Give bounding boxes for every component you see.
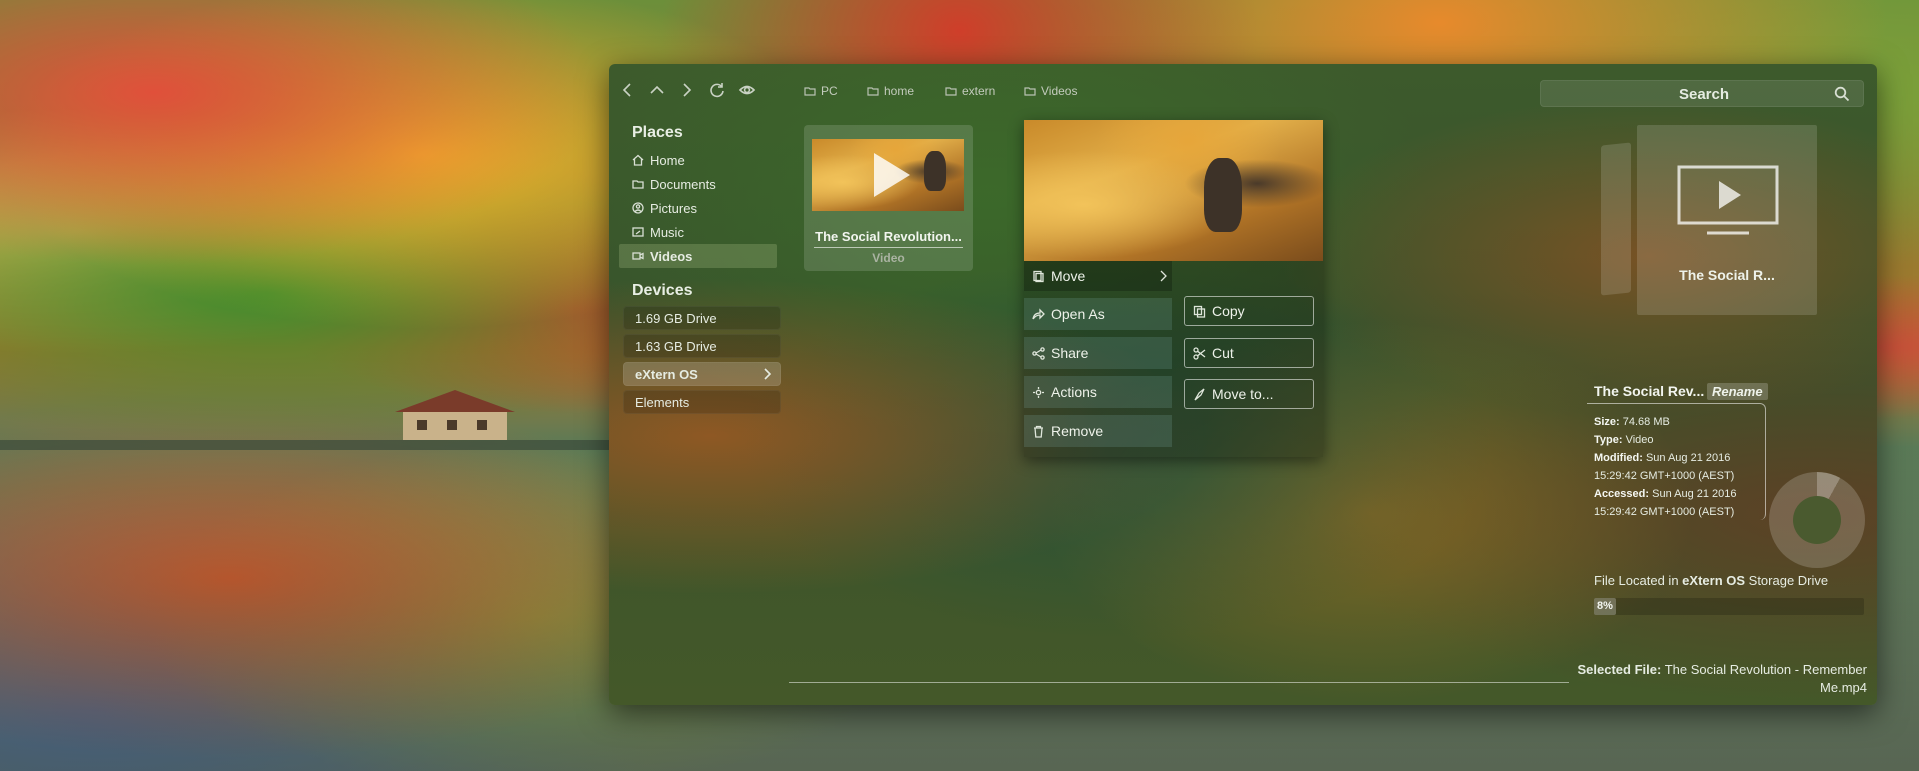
back-icon[interactable] [616,79,638,101]
details-file-name: The Social Rev... [1594,383,1705,399]
folder-icon [632,180,644,189]
tv-play-icon [1677,165,1779,242]
trash-icon [1034,425,1043,438]
status-divider [789,682,1569,683]
breadcrumb-videos[interactable]: Videos [1024,84,1077,98]
selected-file-status: Selected File: The Social Revolution - R… [1547,661,1867,697]
divider [814,247,963,248]
modified-date: Sun Aug 21 2016 [1645,452,1731,464]
folder-icon [945,87,957,96]
search-icon[interactable] [1834,86,1850,102]
storage-donut-chart [1769,472,1865,568]
storage-drive-name: eXtern OS [1682,573,1746,588]
preview-card[interactable]: The Social R... [1637,125,1817,315]
storage-progress-bar: 8% [1594,598,1864,615]
menu-item-remove[interactable]: Remove [1024,415,1172,447]
sidebar-item-home[interactable]: Home [619,148,789,172]
actions-icon [1033,386,1044,398]
scissors-icon [1193,346,1206,360]
picture-icon [632,202,644,214]
device-item-elements[interactable]: Elements [623,390,781,414]
type-value: Video [1625,434,1654,446]
sidebar-item-music[interactable]: Music [619,220,789,244]
search-box [1540,80,1868,109]
selected-file-value: The Social Revolution - Remember Me.mp4 [1664,662,1867,695]
up-icon[interactable] [646,79,668,101]
chevron-right-icon [1158,269,1168,286]
breadcrumb-pc[interactable]: PC [804,84,838,98]
copy-button[interactable]: Copy [1184,296,1314,326]
menu-item-share[interactable]: Share [1024,337,1172,369]
storage-location: File Located in eXtern OS Storage Drive [1594,573,1829,588]
modified-label: Modified: [1594,452,1643,464]
file-manager-window: PC home extern Videos Places Home Docume… [609,64,1877,705]
sidebar-item-videos[interactable]: Videos [619,244,777,268]
selected-file-label: Selected File: [1577,662,1662,677]
copy-icon [1193,305,1206,318]
context-menu: Move Open As Share Actions Remove Copy C… [1024,120,1323,457]
modified-time: 15:29:42 GMT+1000 (AEST) [1594,470,1735,482]
details-list: Size: 74.68 MB Type: Video Modified: Sun… [1594,413,1737,521]
context-menu-list: Move Open As Share Actions Remove [1024,261,1172,454]
breadcrumb-home[interactable]: home [867,84,914,98]
wallpaper-house [395,390,515,442]
search-input[interactable] [1540,80,1868,109]
accessed-time: 15:29:42 GMT+1000 (AEST) [1594,506,1735,518]
breadcrumb-extern[interactable]: extern [945,84,995,98]
menu-item-move[interactable]: Move [1024,261,1172,291]
video-icon [632,252,644,260]
accessed-label: Accessed: [1594,488,1650,500]
places-title: Places [632,124,683,141]
wallpaper-shoreline [0,440,610,450]
size-value: 74.68 MB [1622,416,1670,428]
move-to-icon [1194,387,1205,400]
file-name: The Social Revolution... [815,229,962,244]
file-type: Video [872,251,905,265]
preview-file-name: The Social R... [1679,267,1775,283]
type-label: Type: [1594,434,1623,446]
sidebar: Places Home Documents Pictures Music Vid… [619,124,789,418]
play-icon [874,153,910,197]
forward-icon[interactable] [676,79,698,101]
menu-item-actions[interactable]: Actions [1024,376,1172,408]
folder-icon [1024,87,1036,96]
share-icon [1032,346,1045,360]
menu-item-open-as[interactable]: Open As [1024,298,1172,330]
file-tile[interactable]: The Social Revolution... Video [804,125,973,271]
preview-back-card [1601,142,1631,296]
device-item-drive-1[interactable]: 1.69 GB Drive [623,306,781,330]
size-label: Size: [1594,416,1620,428]
folder-icon [804,87,816,96]
storage-percent: 8% [1597,600,1613,612]
context-preview-image [1024,120,1323,261]
move-icon [1033,270,1044,282]
folder-icon [867,87,879,96]
cut-button[interactable]: Cut [1184,338,1314,368]
accessed-date: Sun Aug 21 2016 [1652,488,1737,500]
home-icon [632,154,644,166]
share-arrow-icon [1032,307,1045,320]
rename-button[interactable]: Rename [1707,383,1768,400]
move-to-button[interactable]: Move to... [1184,379,1314,409]
eye-icon[interactable] [736,79,758,101]
video-thumbnail [812,139,964,211]
device-item-drive-2[interactable]: 1.63 GB Drive [623,334,781,358]
refresh-icon[interactable] [706,79,728,101]
music-icon [632,227,644,237]
device-item-extern-os[interactable]: eXtern OS [623,362,781,386]
sidebar-item-pictures[interactable]: Pictures [619,196,789,220]
devices-title: Devices [632,282,693,299]
sidebar-item-documents[interactable]: Documents [619,172,789,196]
chevron-right-icon [761,367,773,384]
